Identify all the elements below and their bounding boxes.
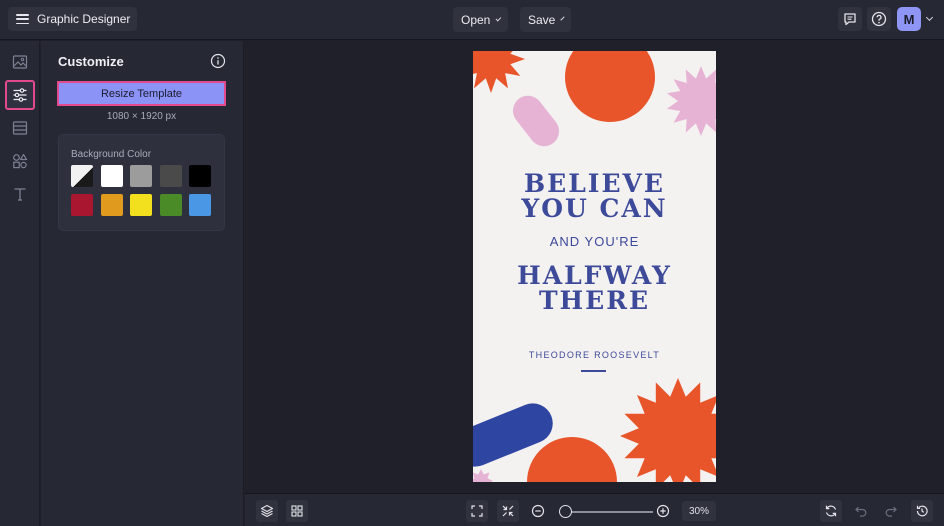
compress-icon <box>502 505 514 517</box>
background-color-label: Background Color <box>71 149 152 160</box>
grid-view-button[interactable] <box>286 500 308 522</box>
chevron-down-icon[interactable] <box>925 13 934 22</box>
sliders-icon <box>13 88 27 102</box>
help-icon <box>871 11 887 27</box>
zoom-out-icon <box>531 504 545 518</box>
pink-pill <box>512 95 560 147</box>
redo-icon <box>885 506 897 517</box>
template-dimensions: 1080 × 1920 px <box>106 111 177 122</box>
color-swatch[interactable] <box>159 165 182 187</box>
app-title: Graphic Designer <box>37 12 131 26</box>
comment-icon <box>844 13 856 26</box>
author-underline <box>581 370 606 372</box>
rail-item-elements[interactable] <box>5 146 35 176</box>
shrink-button[interactable] <box>497 500 519 522</box>
save-dropdown[interactable]: Save <box>520 7 571 32</box>
starburst-shape <box>620 378 716 482</box>
layout-icon <box>12 121 28 135</box>
starburst-shape <box>473 51 525 93</box>
hamburger-icon <box>16 14 29 24</box>
history-icon <box>916 505 928 517</box>
color-swatch[interactable] <box>71 165 93 187</box>
zoom-in-button[interactable] <box>652 500 674 522</box>
grid-icon <box>291 505 303 517</box>
fit-to-screen-button[interactable] <box>466 500 488 522</box>
rail-item-images[interactable] <box>5 47 35 77</box>
color-swatch[interactable] <box>189 194 211 216</box>
open-label: Open <box>461 12 491 27</box>
design-canvas[interactable]: BELIEVE YOU CAN AND YOU'RE HALFWAY THERE… <box>473 51 716 482</box>
redo-button[interactable] <box>880 500 902 522</box>
app-menu-button[interactable]: Graphic Designer <box>8 7 138 31</box>
resize-template-button[interactable]: Resize Template <box>57 81 226 106</box>
zoom-slider-track[interactable] <box>563 511 653 513</box>
rail-item-layout[interactable] <box>5 113 35 143</box>
color-swatch[interactable] <box>100 194 123 216</box>
rail-item-customize[interactable] <box>5 80 35 110</box>
quote-line-and-youre[interactable]: AND YOU'RE <box>473 234 716 250</box>
zoom-slider-handle[interactable] <box>558 505 572 518</box>
chevron-down-icon <box>560 15 565 21</box>
starburst-shape <box>473 469 493 482</box>
starburst-shape <box>666 66 716 136</box>
open-dropdown[interactable]: Open <box>453 7 508 32</box>
refresh-icon <box>825 505 837 517</box>
zoom-level[interactable]: 30% <box>682 501 716 521</box>
text-icon <box>14 188 26 201</box>
background-color-card: Background Color <box>58 134 225 231</box>
layers-icon <box>260 504 274 518</box>
color-swatch[interactable] <box>159 194 182 216</box>
chevron-down-icon <box>495 15 502 21</box>
shapes-icon <box>13 153 28 169</box>
zoom-out-button[interactable] <box>527 500 549 522</box>
comments-button[interactable] <box>838 7 862 31</box>
expand-icon <box>471 505 483 517</box>
help-button[interactable] <box>867 7 891 31</box>
quote-author[interactable]: THEODORE ROOSEVELT <box>473 349 716 361</box>
color-swatch[interactable] <box>100 165 123 187</box>
color-swatch[interactable] <box>130 194 152 216</box>
image-icon <box>12 55 28 69</box>
info-icon[interactable] <box>210 53 226 69</box>
quote-line-you-can[interactable]: YOU CAN <box>473 196 716 222</box>
color-swatch[interactable] <box>189 165 211 187</box>
layers-button[interactable] <box>256 500 278 522</box>
avatar[interactable]: M <box>897 7 921 31</box>
canvas-workspace: BELIEVE YOU CAN AND YOU'RE HALFWAY THERE… <box>245 41 944 493</box>
top-bar: Graphic Designer Open Save M <box>0 0 944 40</box>
bottom-bar: 30% <box>245 493 944 526</box>
rail-item-text[interactable] <box>5 179 35 209</box>
orange-circle <box>527 437 617 482</box>
color-swatch[interactable] <box>71 194 93 216</box>
save-label: Save <box>528 12 556 27</box>
color-swatch[interactable] <box>130 165 152 187</box>
history-button[interactable] <box>911 500 933 522</box>
panel-title: Customize <box>58 54 124 69</box>
undo-icon <box>855 506 867 517</box>
customize-panel: Customize Resize Template 1080 × 1920 px… <box>41 41 244 526</box>
zoom-in-icon <box>656 504 670 518</box>
tool-rail <box>0 41 40 526</box>
sync-button[interactable] <box>820 500 842 522</box>
quote-line-there[interactable]: THERE <box>473 288 716 314</box>
orange-circle <box>565 51 655 122</box>
undo-button[interactable] <box>850 500 872 522</box>
